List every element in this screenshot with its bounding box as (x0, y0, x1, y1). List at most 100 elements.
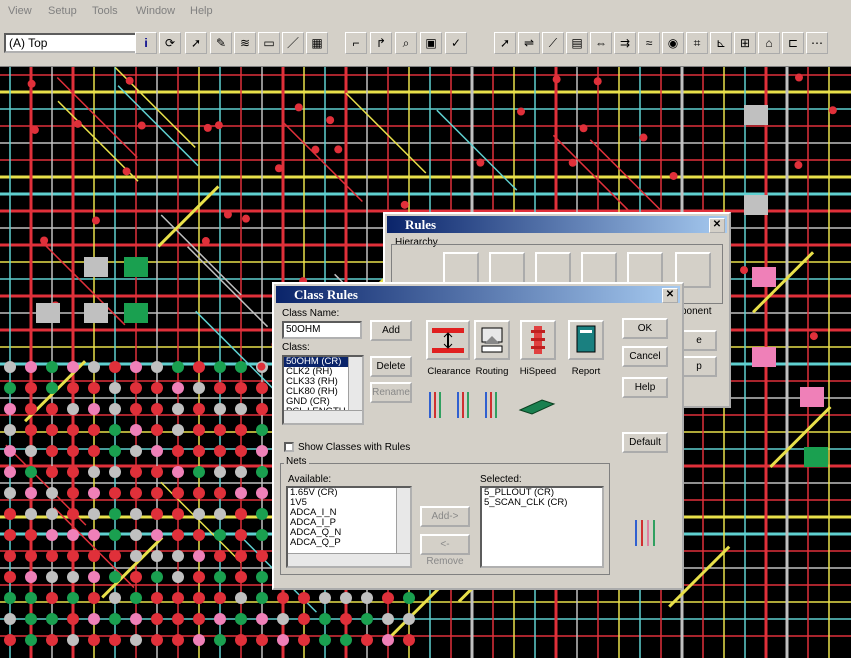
selected-listbox[interactable]: 5_PLLOUT (CR) 5_SCAN_CLK (CR) (480, 486, 604, 568)
menu-tools[interactable]: Tools (92, 5, 118, 17)
pcb-pad (25, 466, 37, 478)
pcb-pad (235, 634, 247, 646)
redo-corner-icon[interactable]: ↱ (370, 32, 392, 54)
pcb-pad (193, 403, 205, 415)
via (91, 216, 100, 225)
route-icon[interactable]: ✎ (210, 32, 232, 54)
nets-label: Nets (284, 456, 309, 467)
close-icon[interactable]: ✕ (662, 288, 678, 303)
layer-select[interactable]: (A) Top ▼ (4, 33, 152, 53)
pcb-pad (25, 613, 37, 625)
via (214, 121, 223, 130)
rules-side-button-1[interactable]: e (681, 330, 717, 351)
pcb-pad (46, 508, 58, 520)
show-classes-checkbox[interactable] (284, 442, 294, 452)
pcb-pad (4, 382, 16, 394)
diagonal-icon[interactable]: ⟋ (542, 32, 564, 54)
measure-icon[interactable]: ⊏ (782, 32, 804, 54)
drc-icon[interactable]: ✓ (445, 32, 467, 54)
corner-icon[interactable]: ⌐ (345, 32, 367, 54)
trace-icon[interactable]: ⇌ (518, 32, 540, 54)
grid-icon[interactable]: ▤ (566, 32, 588, 54)
pcb-pad (130, 571, 142, 583)
zoom-icon[interactable]: ⌕ (395, 32, 417, 54)
pcb-pad (151, 550, 163, 562)
via (241, 214, 250, 223)
via-pattern-icon[interactable]: ▦ (306, 32, 328, 54)
pcb-pad (25, 361, 37, 373)
menu-view[interactable]: View (8, 5, 32, 17)
pcb-pad (67, 382, 79, 394)
via (669, 171, 678, 180)
delete-button[interactable]: Delete (370, 356, 412, 377)
pcb-pad (256, 508, 268, 520)
pcb-pad (46, 613, 58, 625)
class-name-input[interactable]: 50OHM (282, 321, 362, 339)
menu-window[interactable]: Window (136, 5, 175, 17)
pcb-pad (130, 592, 142, 604)
class-rules-titlebar[interactable]: Class Rules ✕ (276, 286, 680, 303)
rename-button[interactable]: Rename (370, 382, 412, 403)
class-label: Class: (282, 342, 310, 353)
pcb-pad (109, 613, 121, 625)
help-button[interactable]: Help (622, 377, 668, 398)
line-icon[interactable]: ／ (282, 32, 304, 54)
menu-help[interactable]: Help (190, 5, 213, 17)
info-icon[interactable]: i (135, 32, 157, 54)
show-classes-label: Show Classes with Rules (298, 442, 411, 453)
routing-icon[interactable] (474, 320, 510, 360)
pointer-icon[interactable]: ➚ (494, 32, 516, 54)
pcb-pad (4, 550, 16, 562)
menu-setup[interactable]: Setup (48, 5, 77, 17)
pcb-pad (256, 529, 268, 541)
class-rules-title: Class Rules (294, 287, 358, 302)
list-item[interactable]: 5_SCAN_CLK (CR) (482, 498, 602, 508)
pcb-pad (151, 382, 163, 394)
tune-icon[interactable]: ≈ (638, 32, 660, 54)
available-listbox[interactable]: 1.65V (CR) 1V5 ADCA_I_N ADCA_I_P ADCA_Q_N ADC… (286, 486, 412, 568)
pcb-pad (193, 361, 205, 373)
pcb-pad (151, 466, 163, 478)
length-icon[interactable]: ⊾ (710, 32, 732, 54)
via-icon[interactable]: ◉ (662, 32, 684, 54)
add-arrow-button[interactable]: Add-> (420, 506, 470, 527)
more-icon[interactable]: ⋯ (806, 32, 828, 54)
add-button[interactable]: Add (370, 320, 412, 341)
fanout-icon[interactable]: ⌗ (686, 32, 708, 54)
pcb-pad (235, 466, 247, 478)
pcb-pad (4, 424, 16, 436)
pcb-pad (256, 424, 268, 436)
pair-icon[interactable]: ⊞ (734, 32, 756, 54)
pcb-pad (172, 634, 184, 646)
default-button[interactable]: Default (622, 432, 668, 453)
board-icon[interactable]: ▭ (258, 32, 280, 54)
miter-icon[interactable]: ⌂ (758, 32, 780, 54)
ok-button[interactable]: OK (622, 318, 668, 339)
bus-route-icon[interactable]: ⇉ (614, 32, 636, 54)
pcb-pad (88, 508, 100, 520)
clearance-icon[interactable] (426, 320, 470, 360)
via (274, 164, 283, 173)
chip-icon[interactable]: ▣ (420, 32, 442, 54)
pcb-pad (235, 613, 247, 625)
report-icon[interactable] (568, 320, 604, 360)
pcb-pad (382, 613, 394, 625)
via (326, 116, 335, 125)
hispeed-icon[interactable] (520, 320, 556, 360)
via (122, 167, 131, 176)
available-hscrollbar[interactable] (288, 553, 410, 566)
pcb-pad (130, 508, 142, 520)
bus-icon[interactable]: ≋ (234, 32, 256, 54)
pcb-pad (109, 424, 121, 436)
push-icon[interactable]: ⇔ (590, 32, 612, 54)
refresh-icon[interactable]: ⟳ (159, 32, 181, 54)
list-item[interactable]: ADCA_Q_P (288, 538, 410, 548)
rules-side-button-2[interactable]: p (681, 356, 717, 377)
select-arrow-icon[interactable]: ➚ (185, 32, 207, 54)
class-listbox[interactable]: 50OHM (CR) CLK2 (RH) CLK33 (RH) CLK80 (RH) G… (282, 355, 364, 425)
cancel-button[interactable]: Cancel (622, 346, 668, 367)
rules-titlebar[interactable]: Rules ✕ (387, 216, 727, 233)
class-list-hscrollbar[interactable] (284, 410, 362, 423)
close-icon[interactable]: ✕ (709, 218, 725, 233)
remove-button[interactable]: <-Remove (420, 534, 470, 567)
